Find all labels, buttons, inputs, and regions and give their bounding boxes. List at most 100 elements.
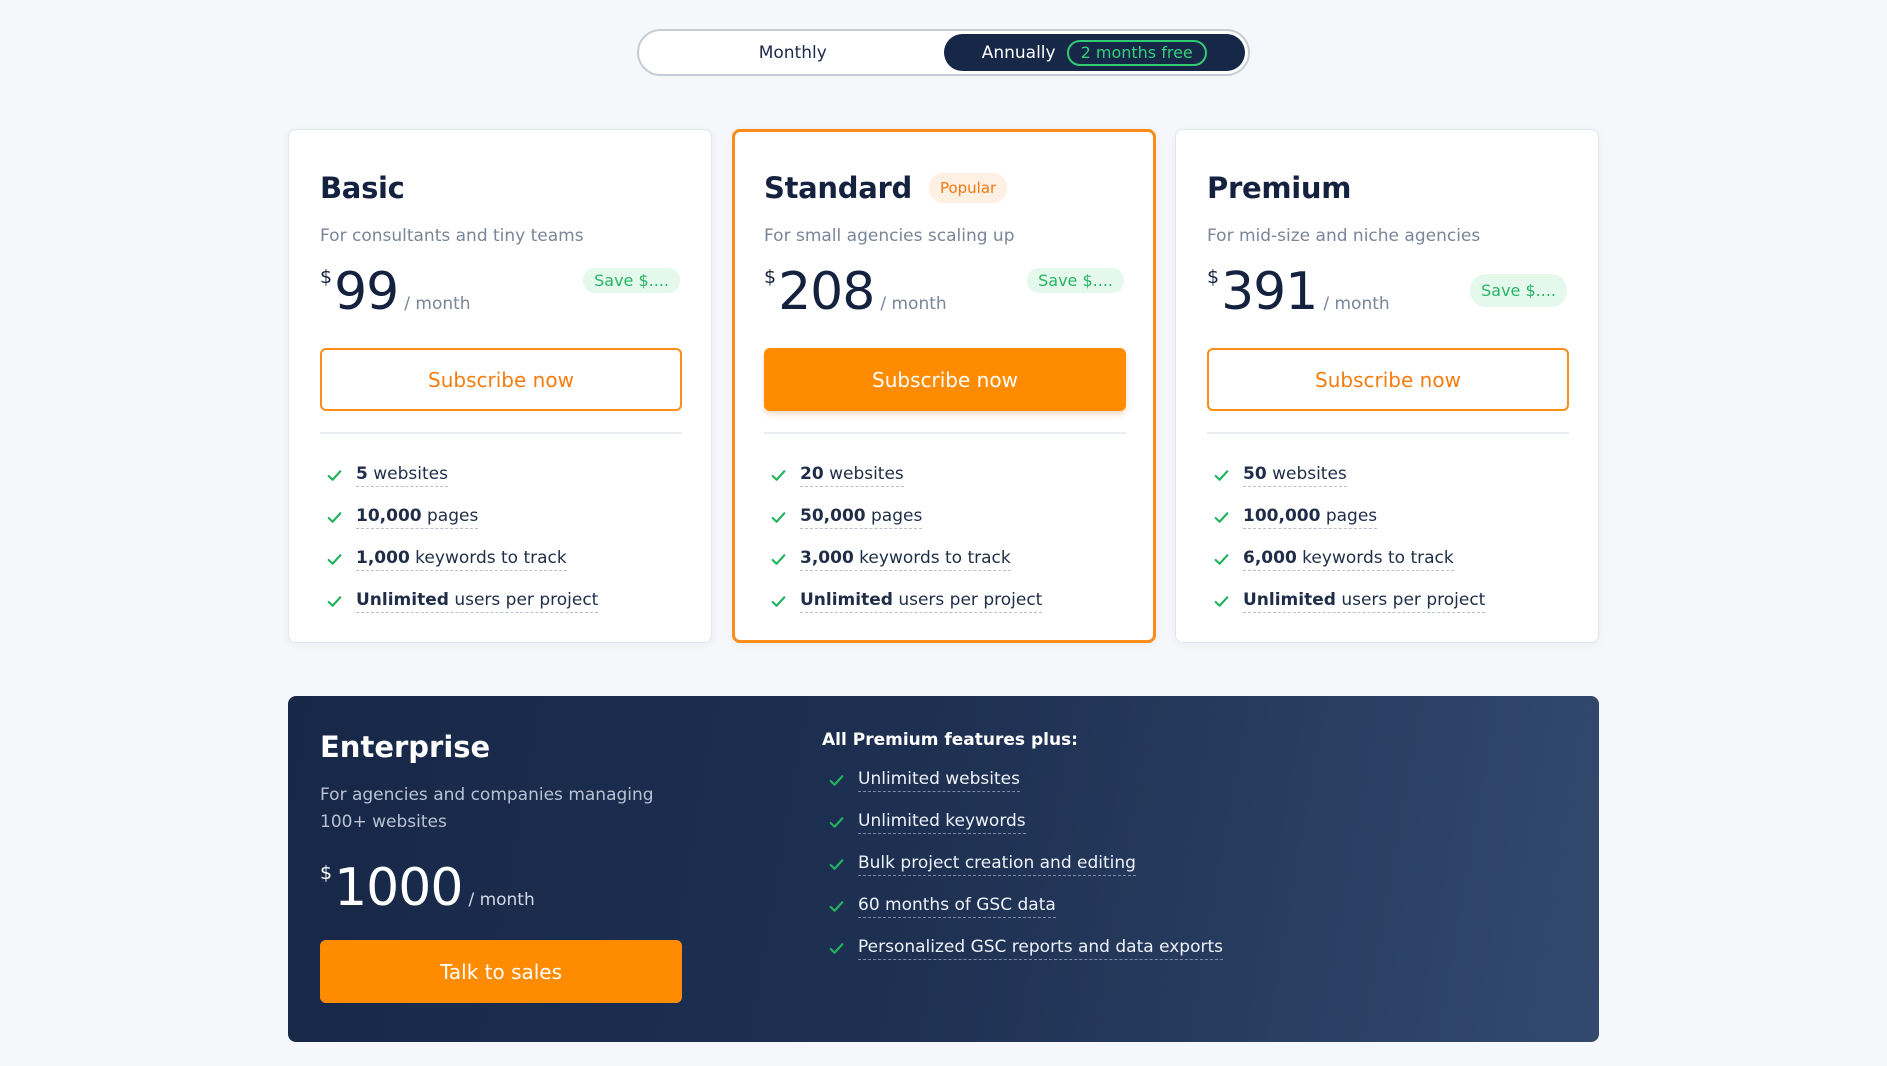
feature-label[interactable]: 1,000 keywords to track [356, 548, 567, 571]
feature-value: 3,000 [800, 547, 854, 568]
feature-label[interactable]: Unlimited keywords [858, 811, 1026, 834]
subscribe-button-basic[interactable]: Subscribe now [320, 348, 682, 411]
check-icon [327, 511, 342, 523]
billing-monthly-label: Monthly [758, 42, 827, 63]
talk-to-sales-button[interactable]: Talk to sales [320, 940, 682, 1003]
check-icon [829, 900, 844, 912]
check-icon [1214, 553, 1229, 565]
feature-label[interactable]: 100,000 pages [1243, 505, 1378, 529]
billing-monthly-option[interactable]: Monthly [642, 34, 944, 71]
check-icon [1214, 469, 1229, 481]
feature-value: Unlimited [356, 589, 449, 610]
feature-label[interactable]: 5 websites [356, 464, 448, 487]
feature-label[interactable]: Unlimited users per project [800, 589, 1043, 613]
feature-label[interactable]: Personalized GSC reports and data export… [858, 937, 1223, 960]
billing-annually-label: Annually [981, 42, 1056, 63]
free-months-badge: 2 months free [1066, 39, 1207, 66]
feature-value: 6,000 [1243, 547, 1297, 568]
check-icon [771, 469, 786, 481]
feature-item: 50 websites [1207, 454, 1567, 496]
divider [764, 432, 1126, 434]
plan-card-standard: Standard Popular For small agencies scal… [732, 129, 1156, 643]
plan-name: Standard [764, 171, 912, 205]
feature-list: 20 websites 50,000 pages 3,000 keywords to… [764, 454, 1124, 622]
plan-description: For mid-size and niche agencies [1207, 226, 1481, 246]
feature-label[interactable]: Bulk project creation and editing [858, 853, 1136, 876]
feature-description: websites [823, 463, 904, 484]
save-badge: Save $.... [1470, 274, 1567, 307]
feature-label[interactable]: 50,000 pages [800, 505, 923, 529]
subscribe-button-standard[interactable]: Subscribe now [764, 348, 1126, 411]
check-icon [771, 511, 786, 523]
check-icon [327, 553, 342, 565]
feature-item: Unlimited users per project [1207, 580, 1567, 622]
price-amount: 1000 [334, 858, 463, 918]
price-amount: 391 [1221, 262, 1318, 322]
feature-item: 5 websites [320, 454, 680, 496]
feature-label[interactable]: 6,000 keywords to track [1243, 548, 1454, 571]
feature-item: 10,000 pages [320, 496, 680, 538]
feature-list: 50 websites 100,000 pages 6,000 keywords t… [1207, 454, 1567, 622]
subscribe-button-premium[interactable]: Subscribe now [1207, 348, 1569, 411]
plan-card-basic: Basic For consultants and tiny teams $ 9… [288, 129, 712, 643]
divider [320, 432, 682, 434]
feature-item: 6,000 keywords to track [1207, 538, 1567, 580]
currency-symbol: $ [320, 266, 333, 288]
feature-label[interactable]: 50 websites [1243, 464, 1347, 487]
plan-name: Basic [320, 171, 405, 205]
feature-value: 10,000 [356, 505, 422, 526]
billing-toggle: Monthly Annually 2 months free [637, 29, 1250, 76]
price-period: / month [404, 294, 471, 314]
feature-value: Unlimited [800, 589, 893, 610]
feature-value: 20 [800, 463, 824, 484]
plan-card-premium: Premium For mid-size and niche agencies … [1175, 129, 1599, 643]
billing-annually-option[interactable]: Annually 2 months free [943, 34, 1245, 71]
feature-label[interactable]: 20 websites [800, 464, 904, 487]
feature-description: pages [421, 505, 479, 526]
feature-value: 5 [356, 463, 368, 484]
check-icon [829, 942, 844, 954]
feature-item: Unlimited websites [822, 759, 1223, 801]
feature-description: keywords to track [1296, 547, 1454, 568]
feature-item: Unlimited users per project [764, 580, 1124, 622]
price-period: / month [468, 890, 535, 910]
check-icon [829, 816, 844, 828]
feature-item: Bulk project creation and editing [822, 843, 1223, 885]
feature-description: users per project [448, 589, 599, 610]
enterprise-features-heading: All Premium features plus: [822, 730, 1078, 750]
feature-description: users per project [1335, 589, 1486, 610]
divider [1207, 432, 1569, 434]
check-icon [1214, 595, 1229, 607]
feature-description: keywords to track [853, 547, 1011, 568]
feature-item: Unlimited keywords [822, 801, 1223, 843]
check-icon [829, 858, 844, 870]
feature-item: 1,000 keywords to track [320, 538, 680, 580]
feature-description: websites [367, 463, 448, 484]
currency-symbol: $ [1207, 266, 1220, 288]
pricing-page: Monthly Annually 2 months free Basic For… [0, 0, 1887, 1066]
feature-description: pages [865, 505, 923, 526]
feature-label[interactable]: Unlimited websites [858, 769, 1020, 792]
feature-label[interactable]: 10,000 pages [356, 505, 479, 529]
feature-item: Personalized GSC reports and data export… [822, 927, 1223, 969]
price-amount: 99 [334, 262, 399, 322]
feature-description: keywords to track [409, 547, 567, 568]
feature-value: 1,000 [356, 547, 410, 568]
feature-item: 50,000 pages [764, 496, 1124, 538]
feature-description: users per project [892, 589, 1043, 610]
plan-description: For agencies and companies managing 100+… [320, 785, 654, 832]
check-icon [1214, 511, 1229, 523]
feature-list: 5 websites 10,000 pages 1,000 keywords to … [320, 454, 680, 622]
price-period: / month [1323, 294, 1390, 314]
feature-value: 50 [1243, 463, 1267, 484]
feature-value: Unlimited [1243, 589, 1336, 610]
feature-description: pages [1320, 505, 1378, 526]
feature-value: 50,000 [800, 505, 866, 526]
feature-label[interactable]: 60 months of GSC data [858, 895, 1056, 918]
feature-item: Unlimited users per project [320, 580, 680, 622]
plan-price: $ 1000 / month [320, 858, 700, 918]
feature-label[interactable]: Unlimited users per project [1243, 589, 1486, 613]
save-badge: Save $.... [583, 268, 680, 293]
feature-label[interactable]: 3,000 keywords to track [800, 548, 1011, 571]
feature-label[interactable]: Unlimited users per project [356, 589, 599, 613]
